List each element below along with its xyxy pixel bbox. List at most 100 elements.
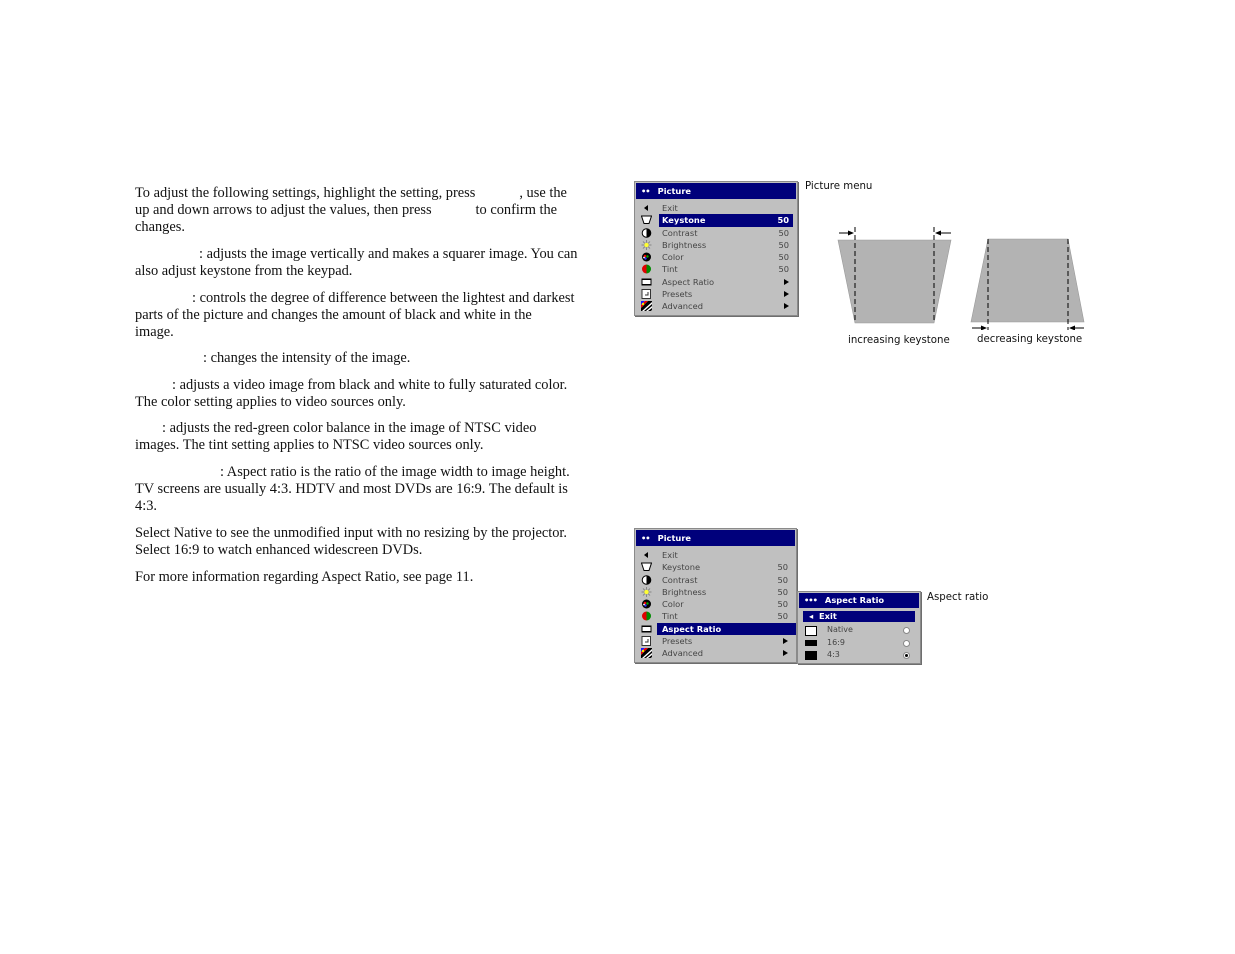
- aspect-menu-title-bar: ••• Aspect Ratio: [799, 593, 919, 608]
- picture-menu-title-bar: •• Picture: [636, 530, 795, 546]
- menu-item-label: Aspect Ratio: [662, 276, 715, 287]
- exit-arrow-icon: ◂: [809, 611, 814, 621]
- menu-item-contrast[interactable]: Contrast 50: [635, 227, 797, 239]
- native-swatch-icon: [805, 626, 817, 636]
- menu-dots-icon: •••: [804, 595, 818, 605]
- menu-item-label: Brightness: [662, 239, 707, 250]
- radio-button-selected[interactable]: [903, 652, 910, 659]
- menu-item-aspect-ratio[interactable]: Aspect Ratio: [635, 622, 796, 636]
- menu-item-label: Color: [662, 252, 684, 263]
- aspect-option-4-3[interactable]: 4:3: [798, 649, 920, 662]
- menu-item-keystone[interactable]: Keystone 50: [635, 214, 797, 227]
- color-icon: [642, 252, 651, 262]
- menu-item-label: Contrast: [662, 227, 698, 238]
- menu-item-color[interactable]: Color 50: [635, 598, 796, 610]
- menu-item-label: Keystone: [662, 215, 706, 226]
- exit-arrow-icon: [644, 205, 648, 211]
- menu-item-value: 50: [778, 239, 789, 250]
- menu-item-brightness[interactable]: Brightness 50: [635, 586, 796, 598]
- menu-item-presets[interactable]: Presets: [635, 288, 797, 300]
- radio-button[interactable]: [903, 639, 910, 647]
- radio-button[interactable]: [903, 627, 910, 634]
- aspect-menu-title: Aspect Ratio: [824, 595, 885, 605]
- picture-menu-aspect: •• Picture Exit Keystone 50 Contrast 50 B…: [634, 528, 797, 663]
- contrast-paragraph: : controls the degree of difference betw…: [135, 290, 605, 341]
- aspect-ratio-icon: [641, 278, 652, 286]
- contrast-text-3: image.: [135, 324, 174, 340]
- intro-text-3: up and down arrows to adjust the values,…: [135, 202, 432, 218]
- tint-icon: [642, 264, 651, 274]
- color-text-1: : adjusts a video image from black and w…: [172, 377, 568, 393]
- color-text-2: The color setting applies to video sourc…: [135, 394, 406, 410]
- menu-item-label: Color: [662, 599, 684, 610]
- more-info-text: For more information regarding Aspect Ra…: [135, 569, 474, 585]
- menu-item-exit[interactable]: Exit: [635, 549, 796, 561]
- menu-item-tint[interactable]: Tint 50: [635, 610, 796, 622]
- aspect-exit-label: Exit: [818, 611, 837, 621]
- menu-item-value: 50: [777, 562, 788, 573]
- aspect-ratio-caption: Aspect ratio: [927, 592, 989, 603]
- menu-item-advanced[interactable]: Advanced: [635, 647, 796, 659]
- aspect-ratio-icon: [641, 625, 652, 633]
- menu-item-value: 50: [778, 227, 789, 238]
- intro-text-5: changes.: [135, 219, 185, 235]
- menu-item-brightness[interactable]: Brightness 50: [635, 239, 797, 251]
- tint-text-1: : adjusts the red-green color balance in…: [162, 420, 537, 436]
- menu-item-label: Presets: [662, 636, 693, 647]
- menu-item-label: Contrast: [662, 574, 698, 585]
- menu-item-label: Advanced: [662, 301, 703, 312]
- menu-item-contrast[interactable]: Contrast 50: [635, 574, 796, 586]
- exit-arrow-icon: [644, 552, 648, 558]
- menu-item-presets[interactable]: Presets: [635, 635, 796, 647]
- menu-item-label: Keystone: [662, 562, 701, 573]
- menu-item-value: 50: [777, 215, 789, 226]
- picture-menu-title: Picture: [657, 186, 692, 196]
- decreasing-keystone-label: decreasing keystone: [977, 334, 1083, 345]
- keystone-diagram: [837, 227, 1085, 330]
- contrast-icon: [641, 574, 652, 585]
- menu-item-tint[interactable]: Tint 50: [635, 263, 797, 275]
- standard-swatch-icon: [805, 651, 817, 660]
- menu-item-value: 50: [777, 611, 788, 622]
- intro-text-1: To adjust the following settings, highli…: [135, 185, 476, 201]
- menu-item-value: 50: [778, 264, 789, 275]
- native-text-2: Select 16:9 to watch enhanced widescreen…: [135, 542, 423, 558]
- contrast-icon: [641, 227, 652, 238]
- menu-item-label: Advanced: [662, 648, 703, 659]
- menu-item-advanced[interactable]: Advanced: [635, 300, 797, 312]
- menu-item-value: 50: [777, 599, 788, 610]
- native-text-1: Select Native to see the unmodified inpu…: [135, 525, 568, 541]
- brightness-icon: [641, 586, 652, 597]
- aspect-paragraph: : Aspect ratio is the ratio of the image…: [135, 464, 605, 515]
- aspect-exit-item[interactable]: ◂ Exit: [803, 611, 915, 622]
- picture-menu-title-bar: •• Picture: [636, 183, 796, 199]
- intro-text-4: to confirm the: [475, 202, 558, 218]
- keystone-paragraph: : adjusts the image vertically and makes…: [135, 246, 605, 280]
- color-paragraph: : adjusts a video image from black and w…: [135, 377, 605, 411]
- aspect-option-native[interactable]: Native: [798, 624, 920, 637]
- submenu-arrow-icon: [784, 276, 789, 288]
- native-paragraph: Select Native to see the unmodified inpu…: [135, 525, 605, 559]
- menu-item-exit[interactable]: Exit: [635, 202, 797, 214]
- menu-item-aspect-ratio[interactable]: Aspect Ratio: [635, 276, 797, 288]
- contrast-text-1: : controls the degree of difference betw…: [192, 290, 575, 306]
- aspect-option-16-9[interactable]: 16:9: [798, 637, 920, 650]
- intro-paragraph: To adjust the following settings, highli…: [135, 185, 605, 236]
- advanced-icon: [641, 648, 652, 659]
- submenu-arrow-icon: [783, 647, 788, 659]
- submenu-arrow-icon: [784, 288, 789, 300]
- decreasing-keystone-shape: [970, 238, 1085, 330]
- advanced-icon: [641, 301, 652, 312]
- presets-icon: [641, 289, 651, 300]
- submenu-arrow-icon: [783, 635, 788, 647]
- menu-item-label: Aspect Ratio: [662, 623, 722, 634]
- menu-dots-icon: ••: [641, 533, 651, 543]
- contrast-text-2: parts of the picture and changes the amo…: [135, 307, 532, 323]
- menu-item-keystone[interactable]: Keystone 50: [635, 561, 796, 573]
- aspect-ratio-menu: ••• Aspect Ratio ◂ Exit Native 16:9 4:3: [797, 591, 921, 664]
- menu-item-label: Tint: [662, 611, 678, 622]
- menu-item-color[interactable]: Color 50: [635, 251, 797, 263]
- menu-item-value: 50: [778, 252, 789, 263]
- keystone-text-2: also adjust keystone from the keypad.: [135, 263, 353, 279]
- more-info-paragraph: For more information regarding Aspect Ra…: [135, 569, 605, 586]
